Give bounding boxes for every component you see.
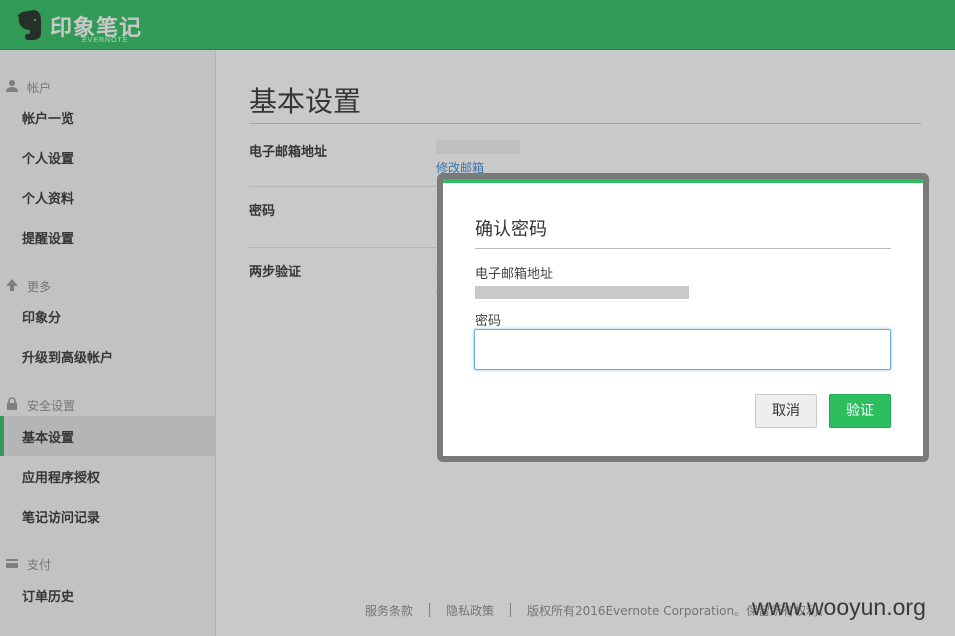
dialog-divider xyxy=(475,248,891,249)
password-label: 密码 xyxy=(475,314,502,329)
email-label: 电子邮箱地址 xyxy=(475,267,554,282)
watermark: www.wooyun.org xyxy=(752,594,926,620)
redacted-email-value xyxy=(475,286,689,299)
dialog-title: 确认密码 xyxy=(475,219,547,240)
confirm-password-dialog: 确认密码 电子邮箱地址 密码 取消 验证 xyxy=(443,179,923,456)
verify-button[interactable]: 验证 xyxy=(829,394,891,428)
password-input[interactable] xyxy=(474,329,891,370)
cancel-button[interactable]: 取消 xyxy=(755,394,817,428)
